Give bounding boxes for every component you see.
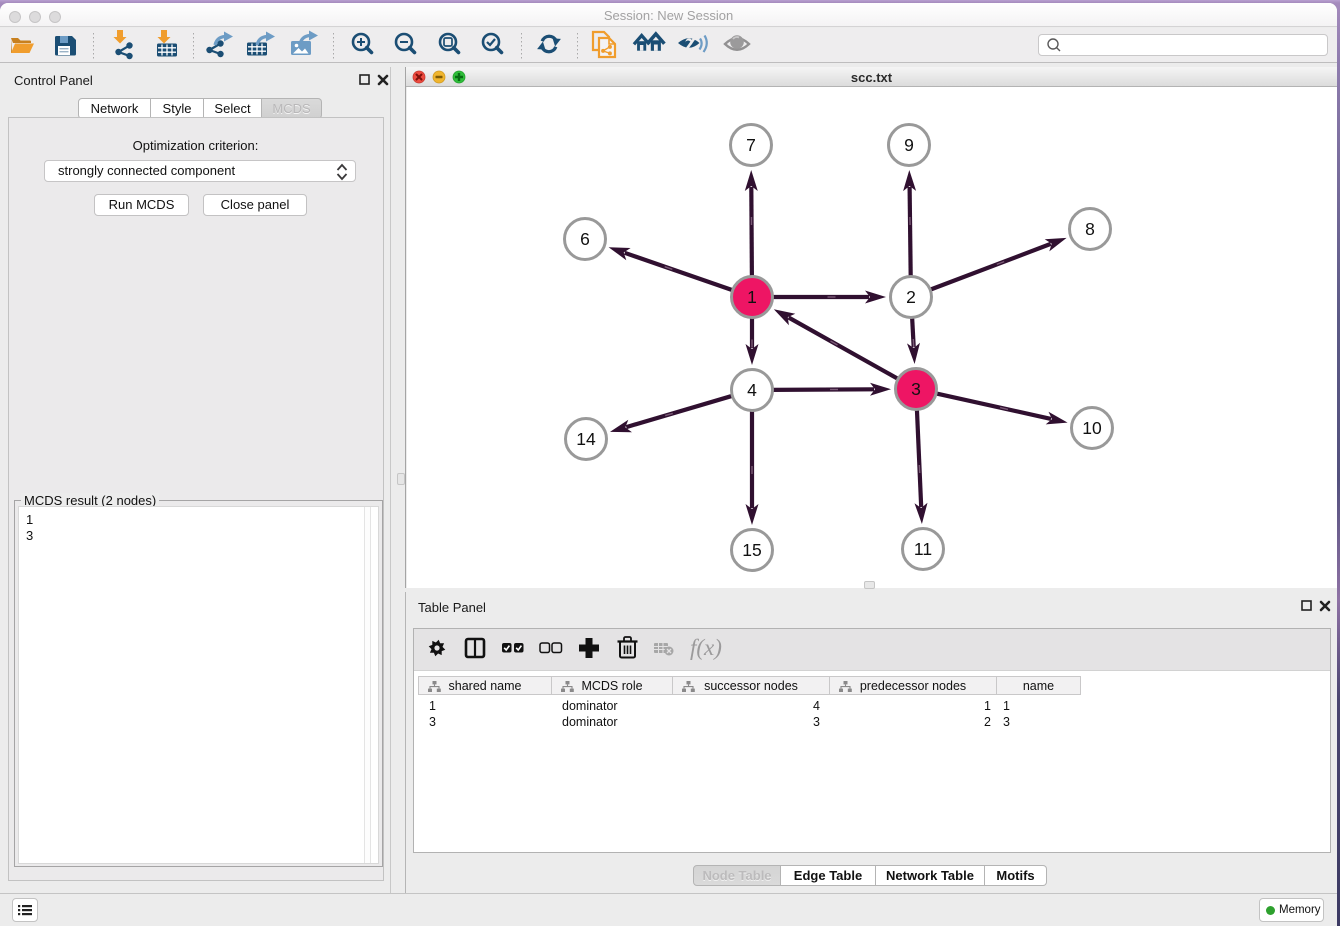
svg-text:14: 14 xyxy=(576,429,596,449)
svg-text:9: 9 xyxy=(904,135,914,155)
svg-text:8: 8 xyxy=(1085,219,1095,239)
svg-text:1: 1 xyxy=(747,287,757,307)
svg-text:6: 6 xyxy=(580,229,590,249)
svg-text:15: 15 xyxy=(742,540,761,560)
svg-text:3: 3 xyxy=(911,379,921,399)
svg-text:f(x): f(x) xyxy=(690,635,722,660)
svg-text:11: 11 xyxy=(914,539,932,559)
svg-text:7: 7 xyxy=(746,135,756,155)
svg-text:4: 4 xyxy=(747,380,757,400)
svg-text:2: 2 xyxy=(906,287,916,307)
svg-text:10: 10 xyxy=(1082,418,1102,438)
